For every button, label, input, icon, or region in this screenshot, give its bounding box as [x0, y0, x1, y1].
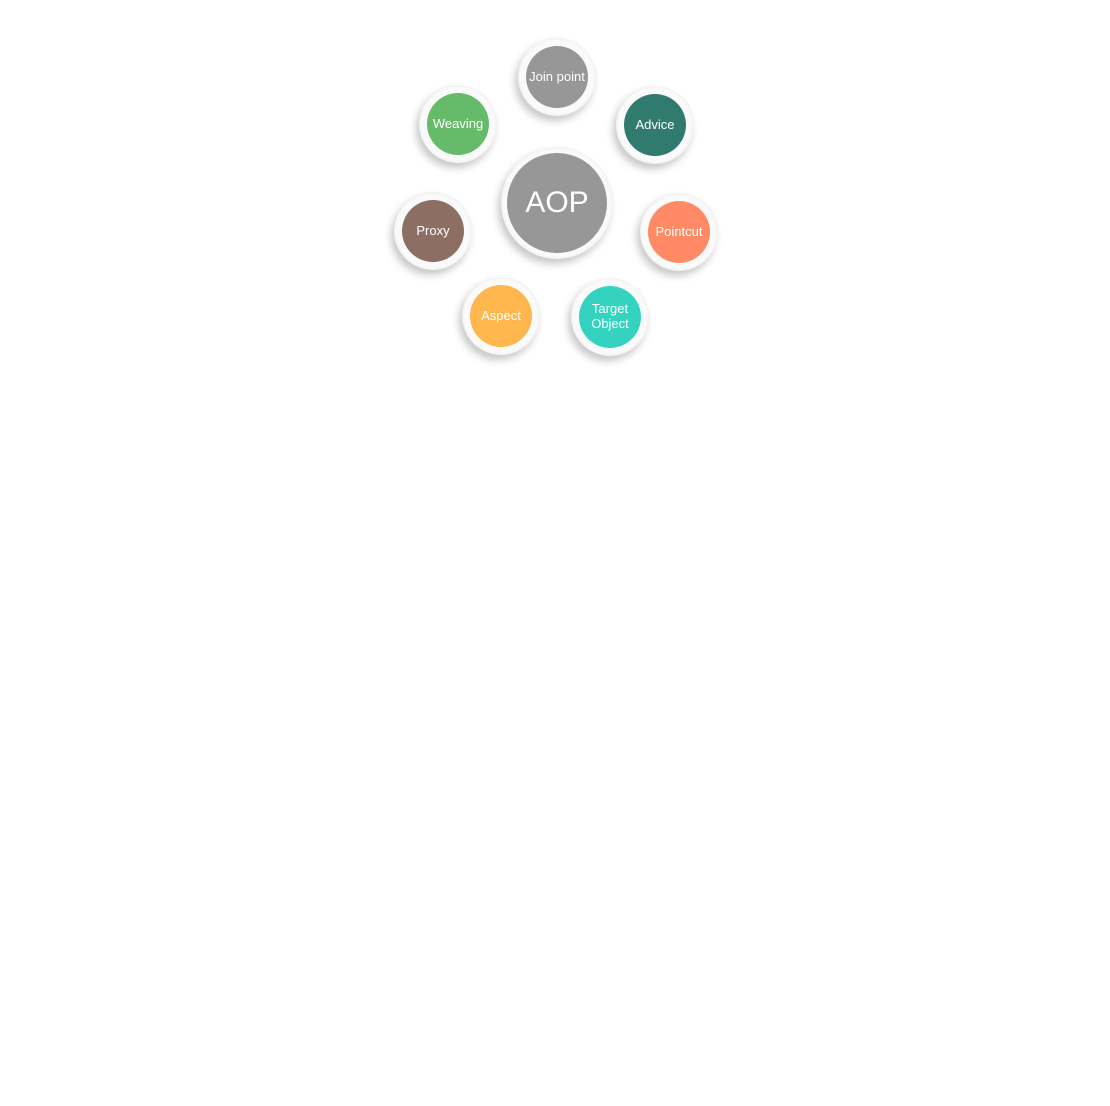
node-label: Advice — [624, 94, 686, 156]
node-aspect: Aspect — [462, 277, 540, 355]
node-join-point: Join point — [518, 38, 596, 116]
node-target-object: Target Object — [571, 278, 649, 356]
node-proxy: Proxy — [394, 192, 472, 270]
node-label: Join point — [526, 46, 588, 108]
node-label: Aspect — [470, 285, 532, 347]
node-label: Weaving — [427, 93, 489, 155]
center-label: AOP — [507, 153, 607, 253]
node-label: Target Object — [579, 286, 641, 348]
node-label: Pointcut — [648, 201, 710, 263]
node-weaving: Weaving — [419, 85, 497, 163]
center-node-aop: AOP — [501, 147, 613, 259]
node-advice: Advice — [616, 86, 694, 164]
node-label: Proxy — [402, 200, 464, 262]
node-pointcut: Pointcut — [640, 193, 718, 271]
